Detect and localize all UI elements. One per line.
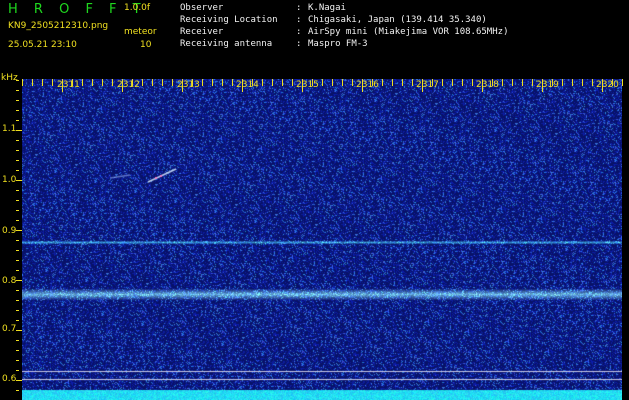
y-axis-ticks bbox=[16, 80, 22, 391]
x-axis-ticks bbox=[22, 79, 623, 92]
axis-overlay bbox=[16, 79, 623, 391]
